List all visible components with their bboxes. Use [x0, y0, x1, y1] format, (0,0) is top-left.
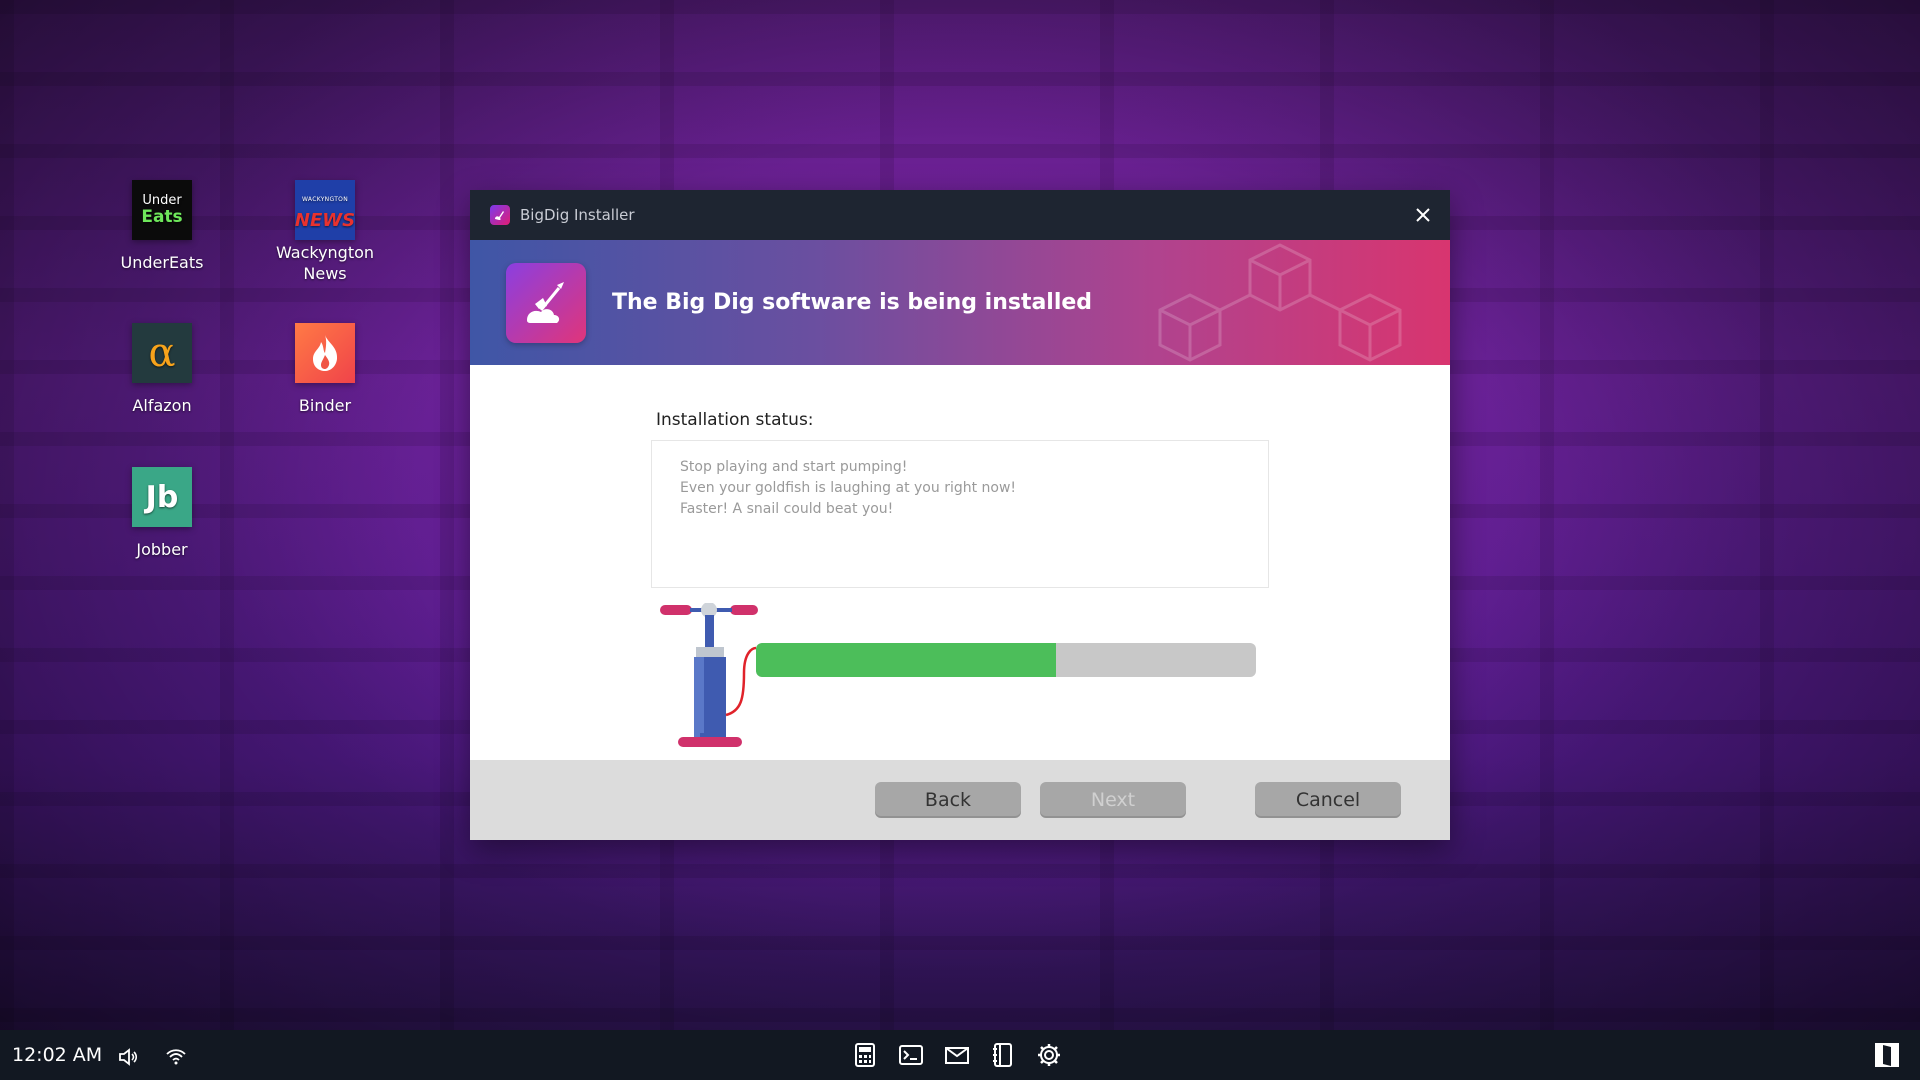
air-pump-icon[interactable]	[656, 603, 766, 748]
desktop-icon-label: Alfazon	[132, 396, 192, 415]
desktop-icon-label-line1: Wackyngton	[275, 243, 375, 262]
desktop-icon-alfazon[interactable]: α Alfazon	[92, 323, 232, 416]
clock[interactable]: 12:02 AM	[12, 1044, 102, 1066]
window-footer: Back Next Cancel	[470, 760, 1450, 840]
status-line: Stop playing and start pumping!	[680, 459, 908, 475]
wackyngton-tile-main: NEWS	[294, 210, 356, 231]
start-icon[interactable]	[1874, 1042, 1900, 1072]
next-button[interactable]: Next	[1040, 782, 1186, 818]
wackyngton-tile-top: WACKYNGTON	[302, 196, 348, 203]
jobber-icon: Jb	[132, 467, 192, 527]
notebook-icon[interactable]	[990, 1042, 1016, 1068]
undereats-icon: Under Eats	[132, 180, 192, 240]
close-icon[interactable]	[1406, 198, 1440, 232]
cancel-button[interactable]: Cancel	[1255, 782, 1401, 818]
status-log: Stop playing and start pumping! Even you…	[651, 440, 1269, 588]
window-title: BigDig Installer	[520, 206, 635, 224]
installer-window: BigDig Installer The Big Dig software is…	[470, 190, 1450, 840]
installer-banner: The Big Dig software is being installed	[470, 240, 1450, 365]
desktop-icon-binder[interactable]: Binder	[255, 323, 395, 416]
system-tray	[115, 1044, 189, 1070]
jobber-glyph: Jb	[145, 479, 179, 515]
terminal-icon[interactable]	[898, 1042, 924, 1068]
desktop-icon-wackyngton-news[interactable]: WACKYNGTON NEWS Wackyngton News	[255, 180, 395, 284]
desktop-icon-jobber[interactable]: Jb Jobber	[92, 467, 232, 560]
mail-icon[interactable]	[944, 1042, 970, 1068]
desktop-icon-label-line2: News	[303, 264, 347, 283]
undereats-tile-line2: Eats	[141, 207, 183, 227]
volume-icon[interactable]	[115, 1044, 141, 1070]
install-progress-fill	[756, 643, 1056, 677]
settings-icon[interactable]	[1036, 1042, 1062, 1068]
bigdig-app-icon	[490, 205, 510, 225]
shovel-logo-icon	[506, 262, 586, 343]
desktop-icon-label: Jobber	[136, 540, 188, 559]
binder-flame-icon	[295, 323, 355, 383]
wackyngton-news-icon: WACKYNGTON NEWS	[295, 180, 355, 240]
desktop-icon-label: UnderEats	[120, 253, 204, 272]
status-line: Even your goldfish is laughing at you ri…	[680, 480, 1017, 496]
wifi-icon[interactable]	[163, 1044, 189, 1070]
alfazon-icon: α	[132, 323, 192, 383]
desktop-icon-undereats[interactable]: Under Eats UnderEats	[92, 180, 232, 273]
undereats-tile-line1: Under	[142, 193, 182, 208]
desktop-icon-label: Binder	[298, 396, 352, 415]
status-line: Faster! A snail could beat you!	[680, 501, 894, 517]
banner-title: The Big Dig software is being installed	[612, 290, 1093, 315]
back-button[interactable]: Back	[875, 782, 1021, 818]
taskbar-apps	[852, 1042, 1062, 1068]
installer-content: Installation status: Stop playing and st…	[470, 365, 1450, 760]
banner-cubes-decoration	[1158, 243, 1402, 362]
status-label: Installation status:	[656, 410, 814, 430]
calculator-icon[interactable]	[852, 1042, 878, 1068]
install-progress-bar	[756, 643, 1256, 677]
window-titlebar[interactable]: BigDig Installer	[470, 190, 1450, 240]
taskbar: 12:02 AM	[0, 1030, 1920, 1080]
alfazon-glyph: α	[148, 329, 176, 376]
